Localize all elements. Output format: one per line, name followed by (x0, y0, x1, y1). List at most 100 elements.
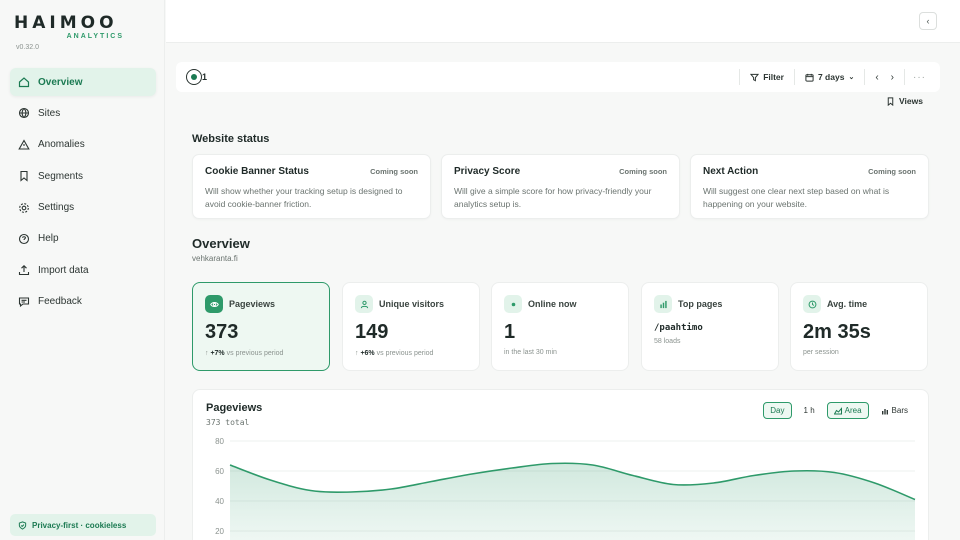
stat-value: 1 (504, 321, 516, 343)
next-period-button[interactable]: › (885, 72, 900, 83)
y-tick-label: 40 (215, 497, 224, 506)
views-label: Views (899, 96, 923, 106)
stat-card-online-now[interactable]: Online now 1 in the last 30 min (491, 282, 629, 371)
stat-label: Online now (528, 299, 577, 309)
help-circle-icon (18, 233, 30, 245)
previous-period-button[interactable]: ‹ (869, 72, 884, 83)
bookmark-icon (18, 170, 30, 182)
stat-card-unique-visitors[interactable]: Unique visitors 149 ↑ +6% vs previous pe… (342, 282, 480, 371)
sidebar-item-segments[interactable]: Segments (10, 162, 156, 190)
calendar-icon (805, 73, 814, 82)
divider (793, 69, 795, 85)
bar-chart-icon (654, 295, 672, 313)
sidebar-item-label: Import data (38, 264, 89, 276)
globe-icon (18, 107, 30, 119)
sidebar-item-overview[interactable]: Overview (10, 68, 156, 96)
pageviews-area-chart: 20 40 60 80 (215, 437, 916, 540)
top-header: ‹ (166, 0, 960, 43)
eye-icon (205, 295, 223, 313)
user-icon (355, 295, 373, 313)
dashboard-toolbar: 1 Filter 7 days ⌄ ‹ › ··· (176, 62, 940, 92)
y-tick-label: 20 (215, 527, 224, 536)
date-range-select[interactable]: 7 days ⌄ (799, 67, 860, 87)
stat-card-avg-time[interactable]: Avg. time 2m 35s per session (790, 282, 928, 371)
sidebar-item-settings[interactable]: Settings (10, 194, 156, 222)
y-tick-label: 60 (215, 467, 224, 476)
shield-icon (18, 520, 27, 530)
stat-change-text: vs previous period (226, 350, 284, 357)
brand-logo[interactable]: HAIMOO ANALYTICS (14, 14, 124, 40)
home-icon (18, 76, 30, 88)
clock-icon (803, 295, 821, 313)
stat-change-text: vs previous period (376, 350, 434, 357)
sidebar: HAIMOO ANALYTICS v0.32.0 Overview Sites … (0, 0, 165, 540)
brand-tagline: ANALYTICS (66, 33, 124, 40)
sidebar-item-import-data[interactable]: Import data (10, 256, 156, 284)
upload-icon (18, 264, 30, 276)
coming-soon-badge: Coming soon (619, 167, 667, 176)
bookmark-icon (887, 96, 894, 106)
arrow-up-icon: ↑ (355, 350, 359, 357)
views-button[interactable]: Views (886, 96, 923, 106)
status-card-description: Will suggest one clear next step based o… (703, 186, 890, 209)
chevron-left-icon: ‹ (926, 16, 930, 26)
pageviews-area-fill (230, 463, 915, 540)
filter-label: Filter (763, 72, 784, 82)
status-card-description: Will give a simple score for how privacy… (454, 186, 652, 209)
sidebar-item-anomalies[interactable]: Anomalies (10, 131, 156, 159)
stat-change: ↑ +6% vs previous period (355, 350, 467, 357)
toolbar-controls: Filter 7 days ⌄ ‹ › ··· (735, 67, 930, 87)
privacy-badge-label: Privacy-first · cookieless (32, 520, 127, 530)
sidebar-item-sites[interactable]: Sites (10, 99, 156, 127)
stat-label: Pageviews (229, 299, 276, 309)
stat-value: /paahtimo (654, 323, 703, 333)
brand-name: HAIMOO (14, 13, 118, 33)
status-card-title: Next Action (703, 166, 759, 177)
sidebar-item-label: Feedback (38, 296, 82, 308)
overview-title: Overview (192, 236, 250, 251)
divider (904, 69, 905, 85)
stat-card-pageviews[interactable]: Pageviews 373 ↑ +7% vs previous period (192, 282, 330, 371)
stat-change-value: +6% (360, 350, 375, 357)
filter-icon (750, 73, 760, 81)
chevron-down-icon: ⌄ (848, 74, 855, 81)
sidebar-item-feedback[interactable]: Feedback (10, 288, 156, 316)
coming-soon-badge: Coming soon (868, 167, 916, 176)
sidebar-item-label: Sites (38, 107, 61, 119)
live-visitors-count: 1 (202, 72, 208, 82)
more-options-button[interactable]: ··· (909, 72, 930, 83)
status-card-next-action: Next Action Coming soon Will suggest one… (690, 154, 929, 219)
status-card-privacy-score: Privacy Score Coming soon Will give a si… (441, 154, 680, 219)
sidebar-item-label: Anomalies (38, 139, 85, 151)
stat-value: 149 (355, 321, 389, 343)
pageviews-chart-card: Pageviews 373 total Day 1 h Area Bars 20… (192, 389, 929, 540)
warning-icon (18, 139, 30, 151)
filter-button[interactable]: Filter (744, 67, 790, 87)
sidebar-item-label: Help (38, 233, 59, 245)
arrow-up-icon: ↑ (205, 350, 209, 357)
website-status-title: Website status (192, 133, 270, 145)
status-card-title: Privacy Score (454, 166, 521, 177)
site-domain: vehkaranta.fi (192, 254, 238, 263)
online-dot-icon (504, 295, 522, 313)
sidebar-item-label: Segments (38, 170, 84, 182)
status-card-title: Cookie Banner Status (205, 166, 309, 177)
collapse-panel-button[interactable]: ‹ (919, 12, 937, 30)
coming-soon-badge: Coming soon (370, 167, 418, 176)
sidebar-item-help[interactable]: Help (10, 225, 156, 253)
gear-icon (18, 202, 30, 214)
app-version: v0.32.0 (16, 44, 39, 51)
status-card-cookie-banner: Cookie Banner Status Coming soon Will sh… (192, 154, 431, 219)
divider (864, 69, 866, 85)
stat-label: Avg. time (827, 299, 868, 309)
sidebar-nav: Overview Sites Anomalies Segments Settin… (10, 68, 156, 319)
stat-sub: 58 loads (654, 338, 681, 345)
sidebar-item-label: Settings (38, 202, 75, 214)
divider (739, 69, 741, 85)
y-tick-label: 80 (215, 437, 224, 446)
stat-sub: per session (803, 349, 839, 356)
live-visitors-indicator[interactable] (186, 69, 202, 85)
stat-card-top-pages[interactable]: Top pages /paahtimo 58 loads (641, 282, 779, 371)
stat-value: 373 (205, 321, 239, 343)
stat-label: Top pages (678, 299, 723, 309)
